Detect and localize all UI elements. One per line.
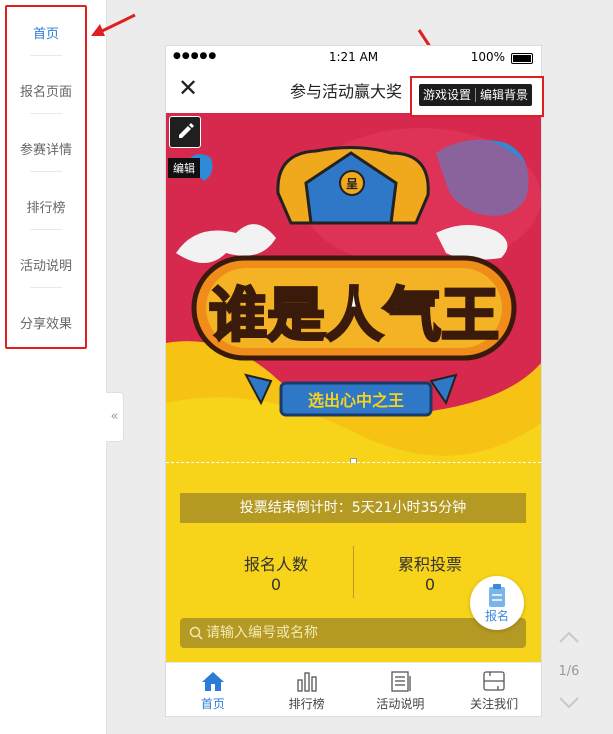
follow-icon [483, 671, 505, 691]
banner-ribbon: 选出心中之王 [308, 391, 404, 410]
sidebar-item-share-effect[interactable]: 分享效果 [7, 313, 85, 332]
search-icon [189, 626, 203, 640]
sidebar-nav: 首页 报名页面 参赛详情 排行榜 活动说明 分享效果 [5, 5, 87, 349]
countdown-bar: 投票结束倒计时：5天21小时35分钟 [180, 493, 526, 523]
banner-image[interactable]: 呈 谁是人气王 选出心中之王 编辑 [166, 113, 541, 463]
sidebar-item-event-info[interactable]: 活动说明 [7, 255, 85, 274]
bar-chart-icon [297, 672, 317, 692]
page-title: 参与活动赢大奖 [290, 82, 403, 101]
toolbar-highlight: 游戏设置 编辑背景 [410, 76, 544, 117]
toolbar: 游戏设置 编辑背景 [419, 84, 533, 106]
sidebar-item-entry-details[interactable]: 参赛详情 [7, 139, 85, 158]
search-placeholder: 请输入编号或名称 [206, 625, 318, 641]
tab-home[interactable]: 首页 [166, 663, 260, 716]
status-bar: ●●●●● 1:21 AM 100% [166, 46, 541, 68]
divider [30, 287, 62, 288]
tab-follow-us-label: 关注我们 [470, 697, 519, 711]
sidebar-item-home[interactable]: 首页 [7, 23, 85, 42]
signup-button-label: 报名 [484, 609, 509, 623]
divider [30, 55, 62, 56]
divider [30, 229, 62, 230]
signup-button[interactable]: 报名 [470, 576, 524, 630]
divider [353, 546, 354, 598]
divider [30, 113, 62, 114]
vote-count-label: 累积投票 [397, 555, 462, 574]
tab-home-label: 首页 [200, 697, 225, 711]
edit-tooltip: 编辑 [168, 158, 200, 178]
chevron-down-icon[interactable] [558, 696, 580, 710]
document-icon [390, 671, 411, 692]
sidebar-item-leaderboard[interactable]: 排行榜 [7, 197, 85, 216]
tab-leaderboard-label: 排行榜 [288, 697, 325, 711]
left-sidebar: 首页 报名页面 参赛详情 排行榜 活动说明 分享效果 [0, 0, 107, 734]
signup-count: 报名人数 0 [206, 551, 346, 594]
signup-count-value: 0 [270, 575, 282, 594]
banner-artwork: 呈 谁是人气王 选出心中之王 [166, 113, 541, 463]
divider [30, 171, 62, 172]
battery-percent: 100% [470, 50, 505, 64]
home-icon [202, 672, 224, 691]
tab-leaderboard[interactable]: 排行榜 [260, 663, 354, 716]
game-settings-button[interactable]: 游戏设置 [419, 84, 475, 106]
sidebar-collapse-toggle[interactable]: « [106, 392, 124, 442]
close-icon[interactable]: ✕ [178, 76, 202, 100]
pencil-icon [179, 123, 194, 138]
phone-preview: ●●●●● 1:21 AM 100% ✕ 参与活动赢大奖 呈 谁是人气王 选出心… [165, 45, 542, 717]
signup-count-label: 报名人数 [243, 555, 308, 574]
page-indicator: 1/6 [558, 664, 580, 679]
chevron-up-icon[interactable] [558, 630, 580, 644]
tab-event-info[interactable]: 活动说明 [354, 663, 448, 716]
sidebar-item-signup-page[interactable]: 报名页面 [7, 81, 85, 100]
battery-icon [511, 53, 533, 64]
edit-background-button[interactable]: 编辑背景 [476, 84, 532, 106]
stats-section: 投票结束倒计时：5天21小时35分钟 报名人数 0 累积投票 0 请输入编号或名… [166, 463, 541, 662]
edit-button[interactable] [169, 116, 201, 148]
crown-badge: 呈 [346, 176, 358, 191]
banner-headline: 谁是人气王 [209, 281, 499, 349]
tab-bar: 首页 排行榜 活动说明 关注我们 [166, 662, 541, 716]
tab-follow-us[interactable]: 关注我们 [447, 663, 541, 716]
annotation-arrow-icon [91, 13, 136, 36]
tab-event-info-label: 活动说明 [376, 697, 425, 711]
